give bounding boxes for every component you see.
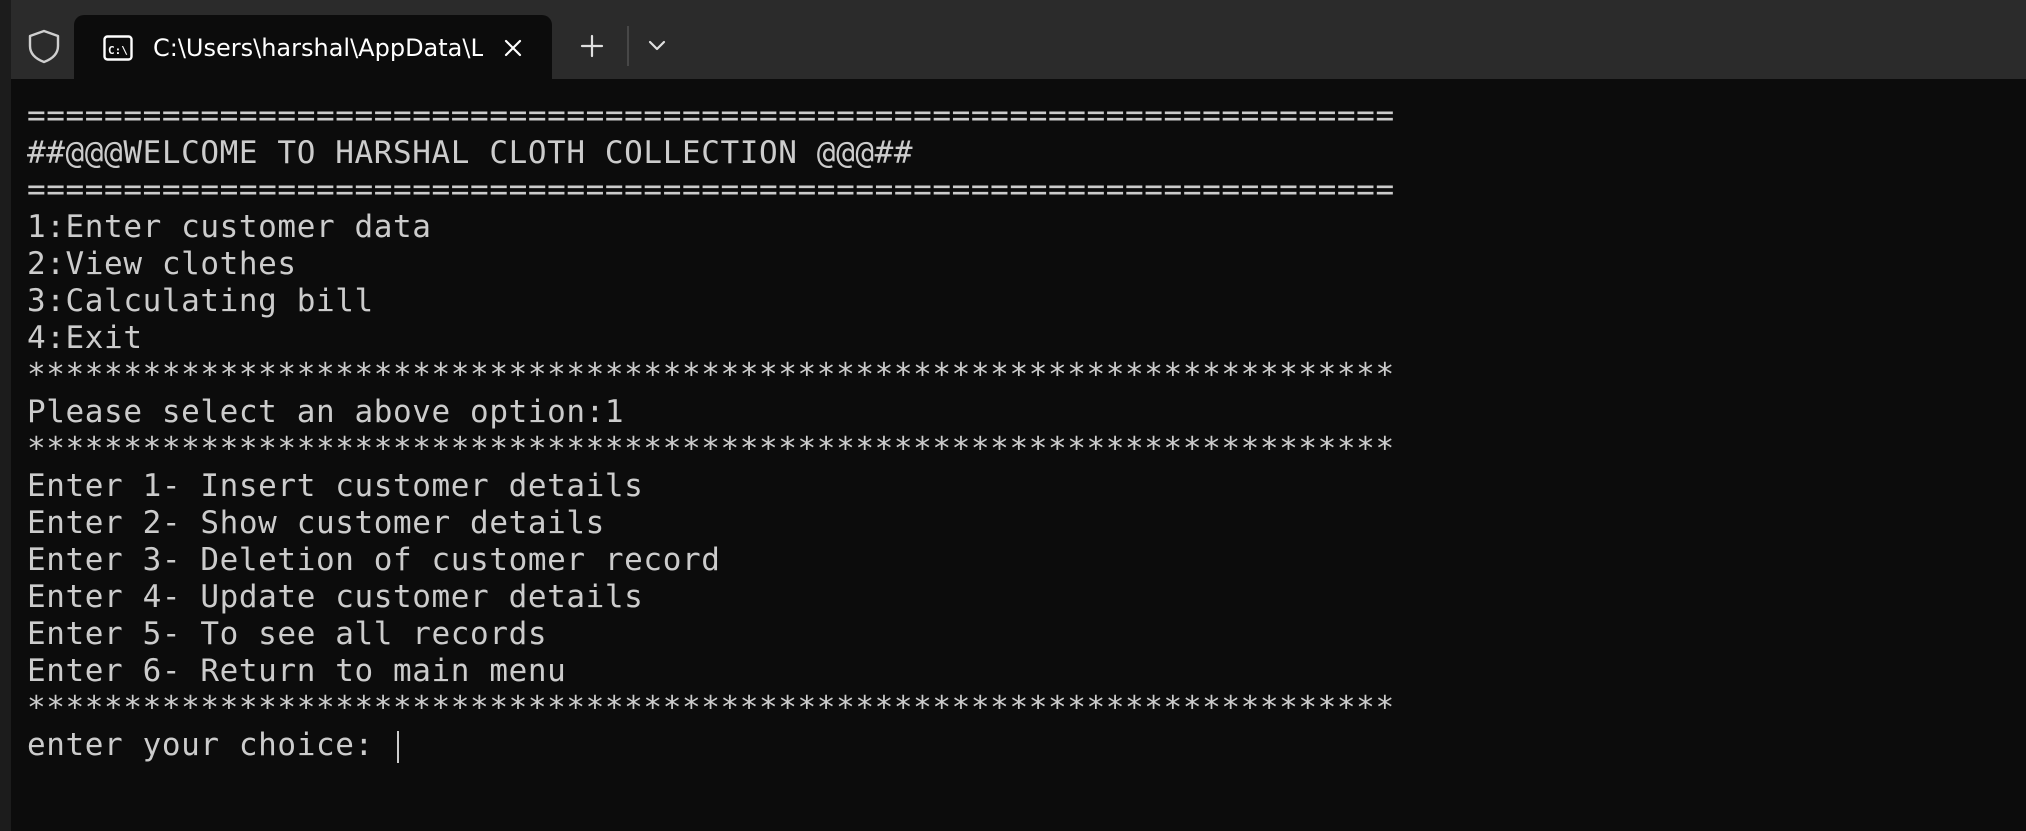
terminal-line: Enter 6- Return to main menu	[27, 653, 567, 689]
command-prompt-icon: C:\	[103, 35, 133, 61]
shield-icon[interactable]	[27, 28, 61, 64]
terminal-line: Enter 2- Show customer details	[27, 505, 605, 541]
terminal-output: ========================================…	[27, 98, 1395, 764]
text-cursor	[397, 730, 400, 763]
terminal-line: Enter 3- Deletion of customer record	[27, 542, 721, 578]
terminal-line: Enter 1- Insert customer details	[27, 468, 644, 504]
terminal-line: ========================================…	[27, 172, 1395, 208]
chevron-down-icon[interactable]	[642, 30, 672, 62]
title-bar: C:\ C:\Users\harshal\AppData\Local\Temp\	[11, 0, 2026, 79]
terminal-line: ****************************************…	[27, 357, 1395, 393]
terminal-line: Enter 4- Update customer details	[27, 579, 644, 615]
terminal-prompt: enter your choice:	[27, 727, 394, 763]
terminal-prompt-line[interactable]: enter your choice:	[27, 727, 1395, 764]
terminal-line: ****************************************…	[27, 431, 1395, 467]
tab-title: C:\Users\harshal\AppData\Local\Temp\	[153, 34, 483, 62]
terminal-line: 4:Exit	[27, 320, 143, 356]
plus-icon[interactable]	[577, 28, 607, 64]
terminal-line: ========================================…	[27, 98, 1395, 134]
svg-text:C:\: C:\	[108, 44, 128, 57]
terminal-line: 1:Enter customer data	[27, 209, 432, 245]
terminal-content[interactable]: ========================================…	[11, 79, 2026, 831]
titlebar-divider	[627, 26, 629, 66]
terminal-line: Please select an above option:1	[27, 394, 625, 430]
terminal-line: 3:Calculating bill	[27, 283, 374, 319]
close-icon[interactable]	[499, 34, 527, 62]
terminal-line: ****************************************…	[27, 690, 1395, 726]
tab-terminal[interactable]: C:\ C:\Users\harshal\AppData\Local\Temp\	[74, 15, 552, 79]
terminal-line: 2:View clothes	[27, 246, 297, 282]
terminal-window: C:\ C:\Users\harshal\AppData\Local\Temp\…	[0, 0, 2026, 831]
terminal-line: ##@@@WELCOME TO HARSHAL CLOTH COLLECTION…	[27, 135, 914, 171]
terminal-line: Enter 5- To see all records	[27, 616, 548, 652]
